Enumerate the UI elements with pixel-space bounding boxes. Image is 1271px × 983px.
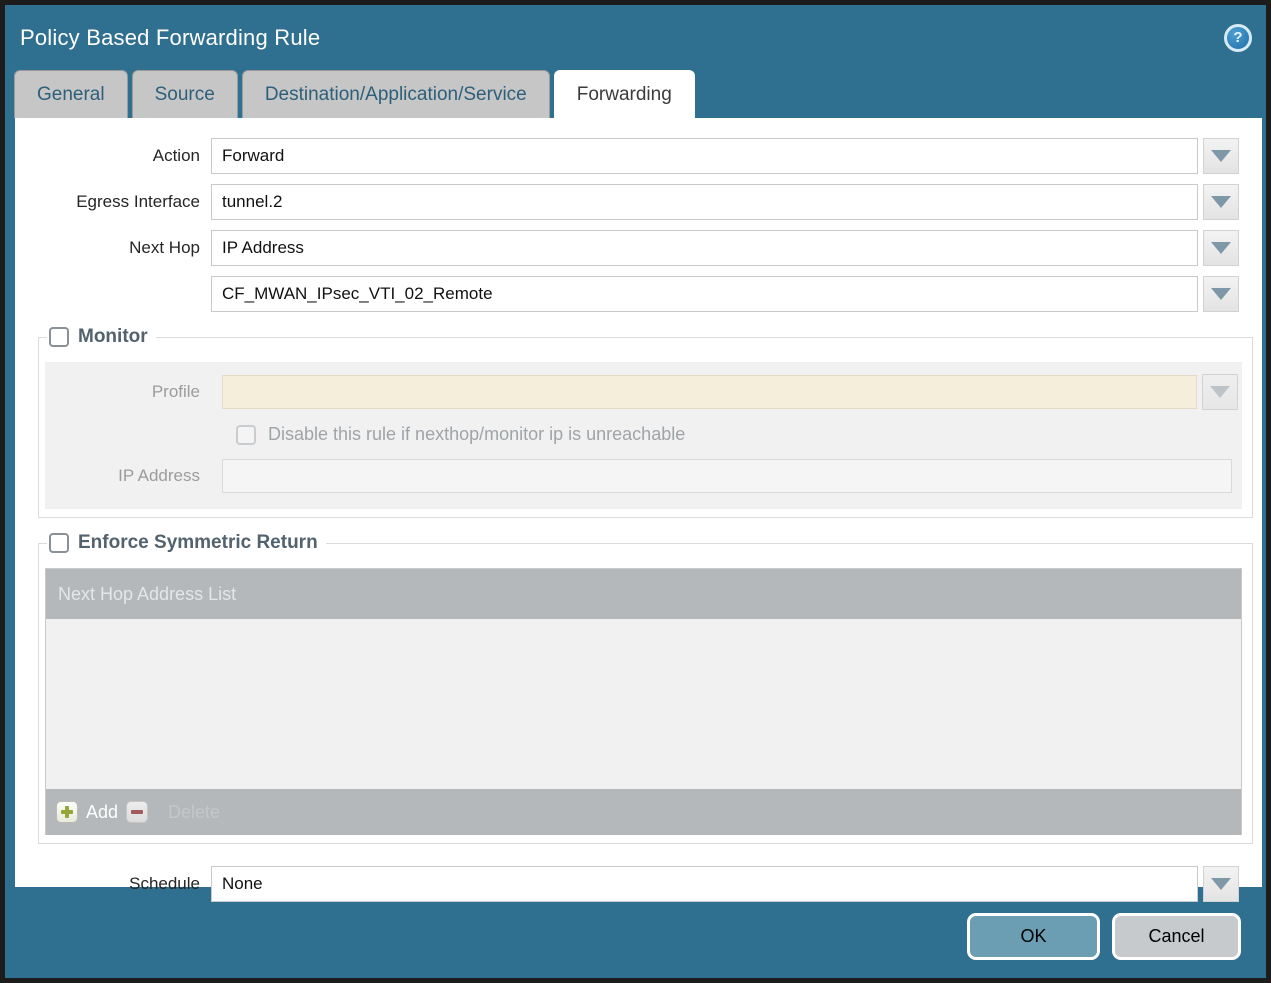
- next-hop-address-row: CF_MWAN_IPsec_VTI_02_Remote: [15, 276, 1262, 312]
- ok-button[interactable]: OK: [967, 913, 1100, 960]
- monitor-ip-address-row: IP Address: [45, 459, 1242, 493]
- tab-destination-application-service[interactable]: Destination/Application/Service: [242, 70, 550, 118]
- add-icon[interactable]: [56, 801, 78, 823]
- monitor-ip-address-label: IP Address: [45, 466, 210, 486]
- disable-rule-checkbox: [236, 425, 256, 445]
- schedule-dropdown-button[interactable]: [1203, 866, 1239, 902]
- profile-select: [222, 375, 1197, 409]
- enforce-symmetric-return-label: Enforce Symmetric Return: [78, 532, 318, 554]
- chevron-down-icon: [1211, 196, 1231, 208]
- delete-button: Delete: [168, 802, 220, 823]
- egress-interface-label: Egress Interface: [15, 192, 211, 212]
- tab-bar: General Source Destination/Application/S…: [5, 70, 1266, 118]
- next-hop-address-list-table: Next Hop Address List Add Delete: [45, 568, 1242, 835]
- chevron-down-icon: [1211, 242, 1231, 254]
- action-value: Forward: [222, 146, 284, 166]
- egress-interface-value: tunnel.2: [222, 192, 283, 212]
- schedule-select[interactable]: None: [211, 866, 1198, 902]
- chevron-down-icon: [1211, 150, 1231, 162]
- schedule-row: Schedule None: [15, 866, 1262, 902]
- dialog-titlebar: Policy Based Forwarding Rule ?: [5, 5, 1266, 70]
- next-hop-address-list-body[interactable]: [46, 619, 1241, 789]
- cancel-button[interactable]: Cancel: [1112, 913, 1241, 960]
- profile-label: Profile: [45, 382, 210, 402]
- next-hop-row: Next Hop IP Address: [15, 230, 1262, 266]
- monitor-checkbox[interactable]: [49, 327, 69, 347]
- chevron-down-icon: [1210, 386, 1230, 398]
- chevron-down-icon: [1211, 878, 1231, 890]
- chevron-down-icon: [1211, 288, 1231, 300]
- dialog-title: Policy Based Forwarding Rule: [20, 25, 320, 51]
- disable-rule-row: Disable this rule if nexthop/monitor ip …: [236, 424, 1242, 445]
- action-row: Action Forward: [15, 138, 1262, 174]
- next-hop-address-value: CF_MWAN_IPsec_VTI_02_Remote: [222, 284, 493, 304]
- monitor-panel: Profile Disable this rule if nexthop/mon…: [45, 362, 1242, 509]
- enforce-symmetric-return-checkbox[interactable]: [49, 533, 69, 553]
- schedule-value: None: [222, 874, 263, 894]
- delete-icon: [126, 801, 148, 823]
- next-hop-address-dropdown-button[interactable]: [1203, 276, 1239, 312]
- symmetric-return-legend: Enforce Symmetric Return: [47, 532, 326, 554]
- disable-rule-label: Disable this rule if nexthop/monitor ip …: [268, 424, 685, 445]
- tab-source[interactable]: Source: [132, 70, 238, 118]
- profile-row: Profile: [45, 374, 1242, 410]
- next-hop-address-list-toolbar: Add Delete: [46, 789, 1241, 835]
- action-dropdown-button[interactable]: [1203, 138, 1239, 174]
- tab-general[interactable]: General: [14, 70, 128, 118]
- add-button[interactable]: Add: [86, 802, 118, 823]
- action-label: Action: [15, 146, 211, 166]
- next-hop-label: Next Hop: [15, 238, 211, 258]
- egress-interface-dropdown-button[interactable]: [1203, 184, 1239, 220]
- next-hop-type-select[interactable]: IP Address: [211, 230, 1198, 266]
- monitor-legend: Monitor: [47, 326, 156, 348]
- monitor-label: Monitor: [78, 326, 148, 348]
- next-hop-type-value: IP Address: [222, 238, 304, 258]
- next-hop-address-list-header: Next Hop Address List: [46, 569, 1241, 619]
- action-select[interactable]: Forward: [211, 138, 1198, 174]
- next-hop-address-select[interactable]: CF_MWAN_IPsec_VTI_02_Remote: [211, 276, 1198, 312]
- next-hop-type-dropdown-button[interactable]: [1203, 230, 1239, 266]
- policy-based-forwarding-dialog: Policy Based Forwarding Rule ? General S…: [0, 0, 1271, 983]
- monitor-group: Monitor Profile Disable this rule if nex…: [38, 326, 1253, 518]
- profile-dropdown-button: [1202, 374, 1238, 410]
- egress-interface-select[interactable]: tunnel.2: [211, 184, 1198, 220]
- egress-interface-row: Egress Interface tunnel.2: [15, 184, 1262, 220]
- monitor-ip-address-input: [222, 459, 1232, 493]
- schedule-label: Schedule: [15, 874, 211, 894]
- symmetric-return-group: Enforce Symmetric Return Next Hop Addres…: [38, 532, 1253, 844]
- tab-forwarding[interactable]: Forwarding: [554, 70, 695, 118]
- help-icon[interactable]: ?: [1224, 24, 1252, 52]
- forwarding-tab-panel: Action Forward Egress Interface tunnel.2…: [15, 118, 1262, 887]
